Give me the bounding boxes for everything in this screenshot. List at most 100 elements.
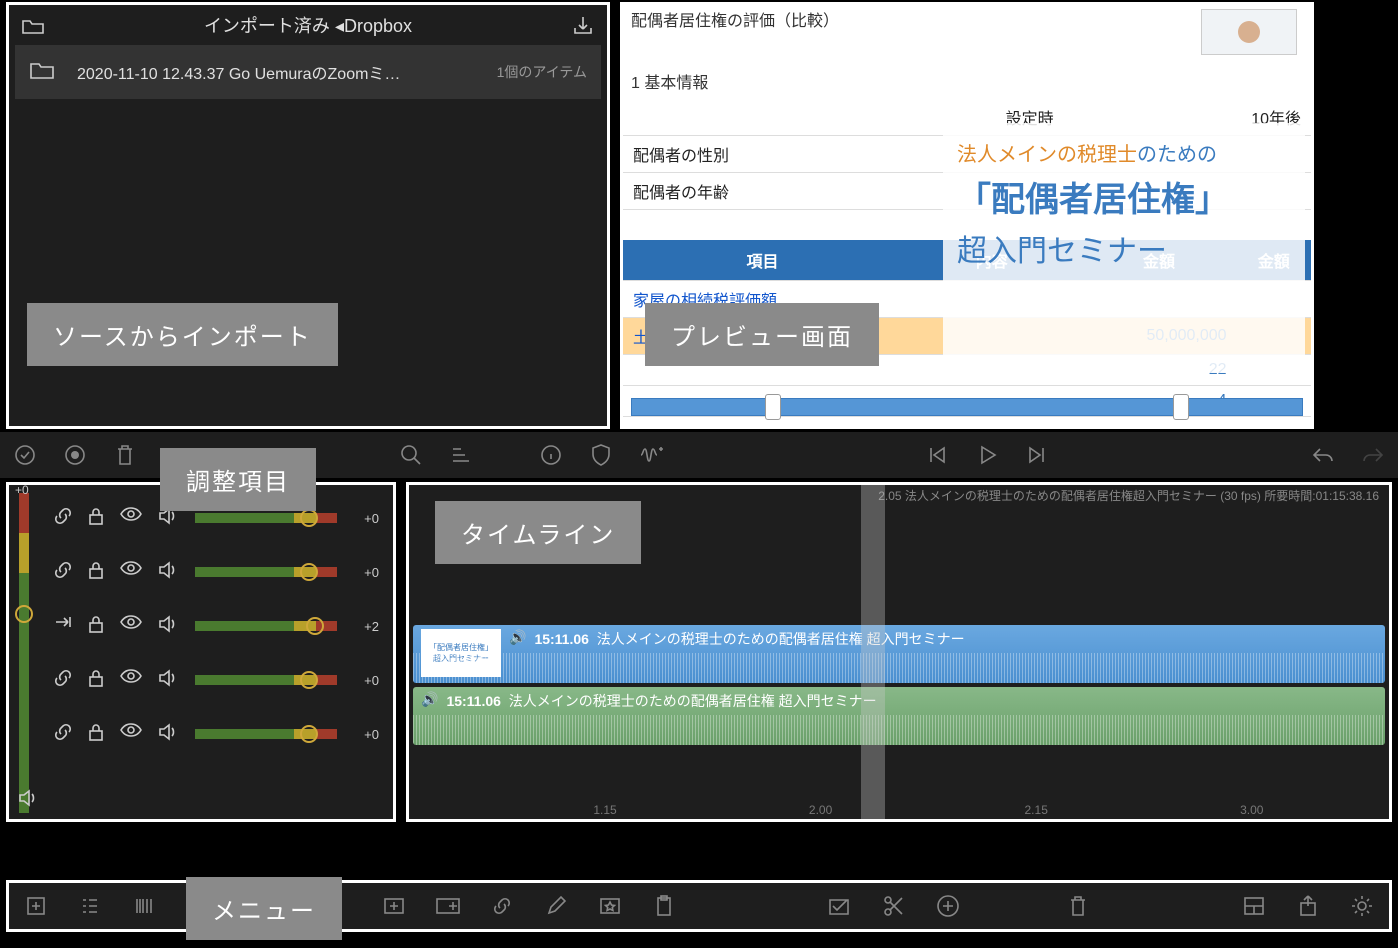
timeline-clip-audio[interactable]: 🔊 15:11.06 法人メインの税理士のための配偶者居住権 超入門セミナー xyxy=(413,687,1385,745)
check-circle-icon[interactable] xyxy=(10,440,40,470)
lock-icon[interactable] xyxy=(87,506,105,531)
row-gender: 配偶者の性別 xyxy=(623,136,937,173)
timeline-info: 2.05 法人メインの税理士のための配偶者居住権超入門セミナー (30 fps)… xyxy=(878,487,1379,504)
track-row: +0 xyxy=(45,707,387,761)
annotation-preview: プレビュー画面 xyxy=(645,303,879,366)
trash-icon[interactable] xyxy=(110,440,140,470)
skip-forward-icon[interactable] xyxy=(1022,440,1052,470)
eye-icon[interactable] xyxy=(119,722,143,747)
source-item-name: 2020-11-10 12.43.37 Go UemuraのZoomミ… xyxy=(77,60,475,84)
waveform xyxy=(413,653,1385,683)
lock-icon[interactable] xyxy=(87,614,105,639)
preview-section: 1 基本情報 xyxy=(623,63,1311,99)
preview-panel: 配偶者居住権の評価（比較） 1 基本情報 設定時10年後 配偶者の性別 配偶者の… xyxy=(620,2,1314,429)
timeline-panel: 2.05 法人メインの税理士のための配偶者居住権超入門セミナー (30 fps)… xyxy=(406,482,1392,822)
speaker-icon[interactable] xyxy=(157,614,179,639)
eye-icon[interactable] xyxy=(119,506,143,531)
clip-timecode: 15:11.06 xyxy=(534,631,589,647)
link-icon[interactable] xyxy=(487,891,517,921)
track-meter[interactable] xyxy=(195,513,337,523)
search-icon[interactable] xyxy=(396,440,426,470)
master-meter-marker[interactable] xyxy=(15,605,33,623)
scissors-icon[interactable] xyxy=(879,891,909,921)
playhead[interactable] xyxy=(861,485,885,819)
add-clip-icon[interactable] xyxy=(379,891,409,921)
trash-icon[interactable] xyxy=(1063,891,1093,921)
preview-scrubber[interactable] xyxy=(631,398,1303,416)
record-icon[interactable] xyxy=(60,440,90,470)
overlay-l1a: 法人メインの税理士 xyxy=(957,144,1137,166)
track-db: +0 xyxy=(353,673,379,688)
track-row: +0 xyxy=(45,545,387,599)
eye-icon[interactable] xyxy=(119,668,143,693)
arrow-right-icon[interactable] xyxy=(53,614,73,639)
scrubber-handle-right[interactable] xyxy=(1173,394,1189,420)
sort-icon[interactable] xyxy=(446,440,476,470)
source-item-meta: 1個のアイテム xyxy=(497,62,587,82)
breadcrumb-prefix: インポート済み xyxy=(204,16,330,36)
shield-icon[interactable] xyxy=(586,440,616,470)
track-db: +0 xyxy=(353,511,379,526)
redo-icon[interactable] xyxy=(1358,440,1388,470)
waveform xyxy=(413,715,1385,745)
speaker-icon[interactable] xyxy=(157,560,179,585)
add-clip-end-icon[interactable] xyxy=(433,891,463,921)
share-icon[interactable] xyxy=(1293,891,1323,921)
effects-icon[interactable] xyxy=(636,440,666,470)
audio-icon: 🔊 xyxy=(421,691,438,708)
list-view-icon[interactable] xyxy=(75,891,105,921)
gear-icon[interactable] xyxy=(1347,891,1377,921)
clipboard-icon[interactable] xyxy=(649,891,679,921)
skip-back-icon[interactable] xyxy=(922,440,952,470)
master-meter xyxy=(19,493,29,813)
source-breadcrumb[interactable]: インポート済み ◂Dropbox xyxy=(47,12,569,38)
folder-up-icon[interactable] xyxy=(19,11,47,39)
track-list: +0 +0 +2 xyxy=(45,491,387,761)
layout-icon[interactable] xyxy=(1239,891,1269,921)
speaker-icon[interactable] xyxy=(157,668,179,693)
pencil-icon[interactable] xyxy=(541,891,571,921)
master-speaker-icon[interactable] xyxy=(17,788,39,813)
info-icon[interactable] xyxy=(536,440,566,470)
lock-icon[interactable] xyxy=(87,668,105,693)
timeline-clip-video[interactable]: 「配偶者居住権」超入門セミナー 🔊 15:11.06 法人メインの税理士のための… xyxy=(413,625,1385,683)
lock-icon[interactable] xyxy=(87,722,105,747)
scrubber-handle-left[interactable] xyxy=(765,394,781,420)
checkbox-icon[interactable] xyxy=(825,891,855,921)
overlay-l1b: のための xyxy=(1137,144,1217,166)
link-icon[interactable] xyxy=(53,722,73,747)
import-icon[interactable] xyxy=(569,11,597,39)
row-life-b: 耐用年数×1.5 xyxy=(902,417,1081,430)
overlay-l3: 超入門セミナー xyxy=(957,231,1291,273)
link-icon[interactable] xyxy=(53,560,73,585)
barcode-icon[interactable] xyxy=(129,891,159,921)
undo-icon[interactable] xyxy=(1308,440,1338,470)
play-icon[interactable] xyxy=(972,440,1002,470)
source-header: インポート済み ◂Dropbox xyxy=(9,5,607,45)
track-meter[interactable] xyxy=(195,567,337,577)
speaker-icon[interactable] xyxy=(157,722,179,747)
timeline-ruler[interactable]: 1.15 2.00 2.15 3.00 xyxy=(409,797,1389,817)
source-list: 2020-11-10 12.43.37 Go UemuraのZoomミ… 1個の… xyxy=(9,45,607,99)
preview-title-overlay: 法人メインの税理士のための 「配偶者居住権」 超入門セミナー xyxy=(943,123,1305,373)
eye-icon[interactable] xyxy=(119,614,143,639)
source-item[interactable]: 2020-11-10 12.43.37 Go UemuraのZoomミ… 1個の… xyxy=(15,45,601,99)
favorite-icon[interactable] xyxy=(595,891,625,921)
master-db: +0 xyxy=(15,483,29,497)
breadcrumb-target: Dropbox xyxy=(344,16,412,36)
add-panel-icon[interactable] xyxy=(21,891,51,921)
track-db: +2 xyxy=(353,619,379,634)
track-db: +0 xyxy=(353,727,379,742)
track-meter[interactable] xyxy=(195,621,337,631)
track-meter[interactable] xyxy=(195,675,337,685)
link-icon[interactable] xyxy=(53,506,73,531)
ruler-mark: 2.15 xyxy=(1025,803,1048,817)
link-icon[interactable] xyxy=(53,668,73,693)
track-meter[interactable] xyxy=(195,729,337,739)
preview-webcam-thumb xyxy=(1201,9,1297,55)
add-circle-icon[interactable] xyxy=(933,891,963,921)
audio-icon: 🔊 xyxy=(509,629,526,646)
eye-icon[interactable] xyxy=(119,560,143,585)
row-v33: 33 xyxy=(1081,417,1236,430)
lock-icon[interactable] xyxy=(87,560,105,585)
